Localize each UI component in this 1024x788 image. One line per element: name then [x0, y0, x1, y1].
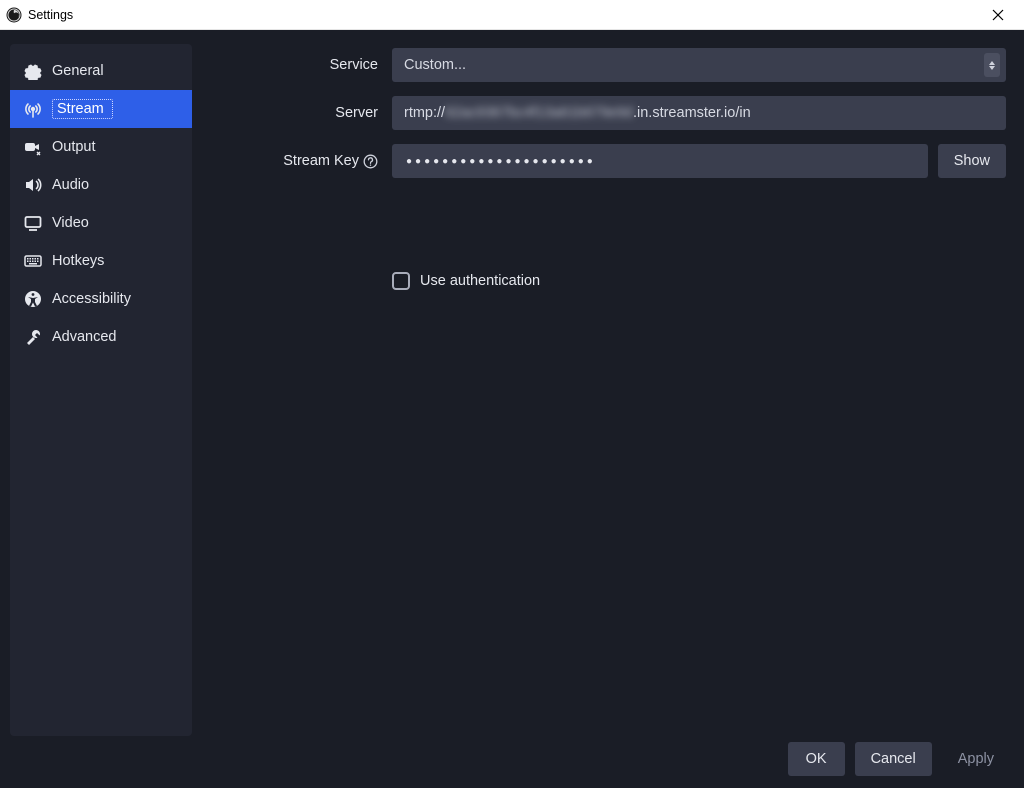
settings-sidebar: General Stream Output Audio: [10, 44, 192, 736]
server-row: Server rtmp://62ac9367bc4f13a61b679e9d.i…: [202, 96, 1006, 130]
sidebar-item-advanced[interactable]: Advanced: [10, 318, 192, 356]
ok-button[interactable]: OK: [788, 742, 845, 776]
use-auth-checkbox[interactable]: [392, 272, 410, 290]
sidebar-item-label: Stream: [52, 99, 113, 119]
server-value-prefix: rtmp://: [404, 105, 445, 121]
sidebar-item-video[interactable]: Video: [10, 204, 192, 242]
sidebar-item-label: Hotkeys: [52, 253, 104, 269]
antenna-icon: [24, 100, 42, 118]
streamkey-row: Stream Key ●●●●●●●●●●●●●●●●●●●●● Show: [202, 144, 1006, 178]
streamkey-input[interactable]: ●●●●●●●●●●●●●●●●●●●●●: [392, 144, 928, 178]
cancel-button[interactable]: Cancel: [855, 742, 932, 776]
show-streamkey-button[interactable]: Show: [938, 144, 1006, 178]
server-value-suffix: .in.streamster.io/in: [633, 105, 751, 121]
service-select[interactable]: Custom...: [392, 48, 1006, 82]
server-value-blurred: 62ac9367bc4f13a61b679e9d: [445, 105, 633, 121]
streamkey-label: Stream Key: [283, 153, 359, 169]
titlebar: Settings: [0, 0, 1024, 30]
streamkey-masked-value: ●●●●●●●●●●●●●●●●●●●●●: [406, 156, 596, 167]
camera-output-icon: [24, 138, 42, 156]
server-label: Server: [202, 105, 392, 121]
use-auth-label: Use authentication: [420, 273, 540, 289]
window-title: Settings: [28, 8, 73, 22]
apply-button[interactable]: Apply: [942, 742, 1010, 776]
accessibility-icon: [24, 290, 42, 308]
sidebar-item-label: Advanced: [52, 329, 117, 345]
sidebar-item-label: General: [52, 63, 104, 79]
dialog-footer: OK Cancel Apply: [0, 736, 1024, 788]
sidebar-item-label: Accessibility: [52, 291, 131, 307]
window-close-button[interactable]: [978, 0, 1018, 30]
tools-icon: [24, 328, 42, 346]
gear-icon: [24, 62, 42, 80]
sidebar-item-stream[interactable]: Stream: [10, 90, 192, 128]
server-input[interactable]: rtmp://62ac9367bc4f13a61b679e9d.in.strea…: [392, 96, 1006, 130]
close-icon: [992, 9, 1004, 21]
use-auth-row[interactable]: Use authentication: [392, 272, 1006, 290]
speaker-icon: [24, 176, 42, 194]
keyboard-icon: [24, 252, 42, 270]
sidebar-item-hotkeys[interactable]: Hotkeys: [10, 242, 192, 280]
monitor-icon: [24, 214, 42, 232]
service-select-value: Custom...: [404, 57, 466, 73]
sidebar-item-accessibility[interactable]: Accessibility: [10, 280, 192, 318]
sidebar-item-audio[interactable]: Audio: [10, 166, 192, 204]
stream-settings-pane: Service Custom... Server rtmp://62ac9367…: [202, 44, 1014, 736]
service-row: Service Custom...: [202, 48, 1006, 82]
sidebar-item-general[interactable]: General: [10, 52, 192, 90]
obs-app-icon: [6, 7, 22, 23]
service-label: Service: [202, 57, 392, 73]
select-spinner-icon: [984, 53, 1000, 77]
sidebar-item-label: Video: [52, 215, 89, 231]
sidebar-item-output[interactable]: Output: [10, 128, 192, 166]
help-icon[interactable]: [363, 154, 378, 169]
sidebar-item-label: Output: [52, 139, 96, 155]
sidebar-item-label: Audio: [52, 177, 89, 193]
